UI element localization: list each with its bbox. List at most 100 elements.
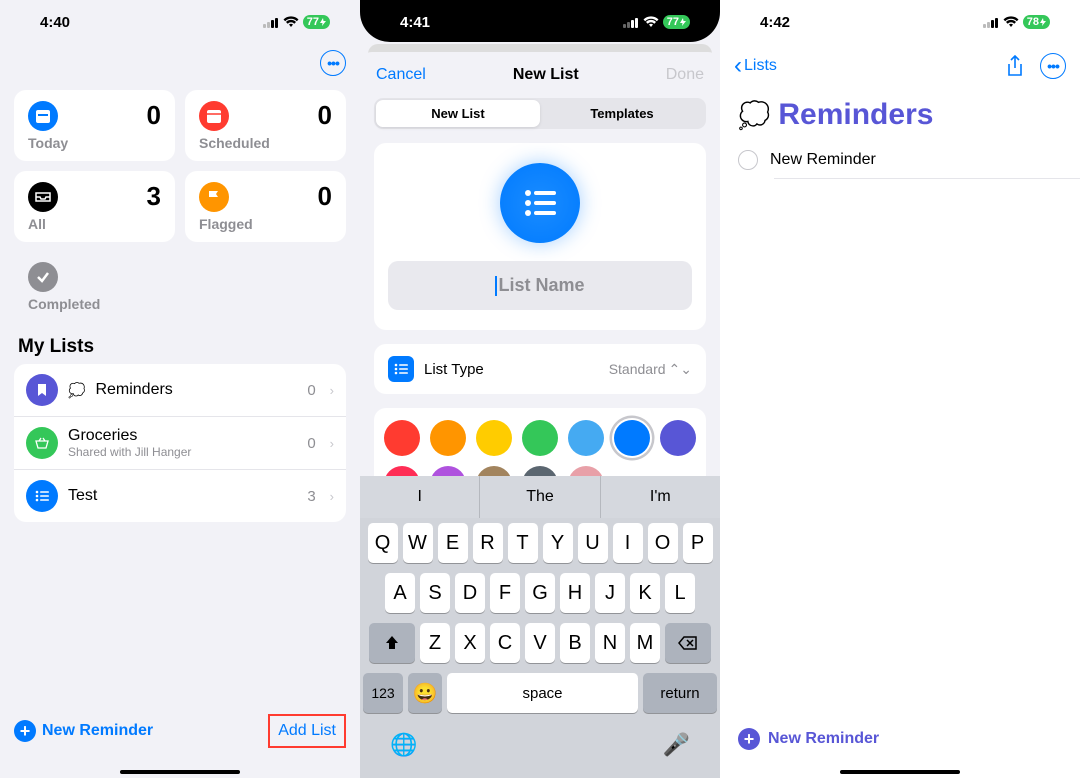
key-u[interactable]: U <box>578 523 608 563</box>
color-swatch[interactable] <box>430 420 466 456</box>
back-label: Lists <box>744 57 777 75</box>
keyboard-suggestions: I The I'm <box>360 476 720 518</box>
suggestion[interactable]: The <box>480 476 600 518</box>
key-o[interactable]: O <box>648 523 678 563</box>
color-swatch[interactable] <box>522 420 558 456</box>
card-label: Completed <box>28 296 161 312</box>
card-label: Scheduled <box>199 135 332 151</box>
key-x[interactable]: X <box>455 623 485 663</box>
card-count: 0 <box>318 181 332 212</box>
key-f[interactable]: F <box>490 573 520 613</box>
card-count: 0 <box>318 100 332 131</box>
key-t[interactable]: T <box>508 523 538 563</box>
new-reminder-button[interactable]: + New Reminder <box>738 728 879 750</box>
list-type-label: List Type <box>424 361 599 378</box>
more-button[interactable]: ••• <box>1040 53 1066 79</box>
key-k[interactable]: K <box>630 573 660 613</box>
basket-icon <box>26 427 58 459</box>
key-s[interactable]: S <box>420 573 450 613</box>
key-h[interactable]: H <box>560 573 590 613</box>
color-swatch[interactable] <box>384 420 420 456</box>
list-name: Groceries <box>68 427 297 445</box>
color-swatch[interactable] <box>568 420 604 456</box>
key-r[interactable]: R <box>473 523 503 563</box>
add-list-button[interactable]: Add List <box>268 714 346 748</box>
key-emoji[interactable]: 😀 <box>408 673 442 713</box>
back-button[interactable]: ‹ Lists <box>734 52 777 80</box>
card-scheduled[interactable]: 0 Scheduled <box>185 90 346 161</box>
card-label: Flagged <box>199 216 332 232</box>
list-title-text: Reminders <box>778 98 933 132</box>
list-count: 0 <box>307 382 315 399</box>
home-indicator[interactable] <box>840 770 960 774</box>
radio-unchecked-icon[interactable] <box>738 150 758 170</box>
key-v[interactable]: V <box>525 623 555 663</box>
globe-icon[interactable]: 🌐 <box>390 732 417 758</box>
key-j[interactable]: J <box>595 573 625 613</box>
key-p[interactable]: P <box>683 523 713 563</box>
key-a[interactable]: A <box>385 573 415 613</box>
new-reminder-button[interactable]: + New Reminder <box>14 720 153 742</box>
key-shift[interactable] <box>369 623 415 663</box>
seg-new-list[interactable]: New List <box>376 100 540 127</box>
key-space[interactable]: space <box>447 673 638 713</box>
list-type-row[interactable]: List Type Standard ⌃⌄ <box>374 344 706 394</box>
list-name-input[interactable]: List Name <box>388 261 692 310</box>
wifi-icon <box>1003 14 1019 31</box>
sheet-title: New List <box>513 66 579 84</box>
cancel-button[interactable]: Cancel <box>376 66 426 84</box>
key-numbers[interactable]: 123 <box>363 673 403 713</box>
wifi-icon <box>643 14 659 31</box>
key-g[interactable]: G <box>525 573 555 613</box>
done-button[interactable]: Done <box>666 66 704 84</box>
key-b[interactable]: B <box>560 623 590 663</box>
card-label: All <box>28 216 161 232</box>
key-return[interactable]: return <box>643 673 717 713</box>
seg-templates[interactable]: Templates <box>540 100 704 127</box>
segmented-control[interactable]: New List Templates <box>374 98 706 129</box>
new-reminder-label: New Reminder <box>768 730 879 748</box>
key-d[interactable]: D <box>455 573 485 613</box>
card-flagged[interactable]: 0 Flagged <box>185 171 346 242</box>
calendar-today-icon <box>28 101 58 131</box>
card-completed[interactable]: Completed <box>14 252 175 322</box>
list-item-groceries[interactable]: Groceries Shared with Jill Hanger 0 › <box>14 417 346 470</box>
more-button[interactable]: ••• <box>320 50 346 76</box>
share-button[interactable] <box>1006 55 1024 77</box>
list-bullets-icon <box>388 356 414 382</box>
sheet-nav: Cancel New List Done <box>360 52 720 98</box>
key-q[interactable]: Q <box>368 523 398 563</box>
list-count: 3 <box>307 488 315 505</box>
suggestion[interactable]: I'm <box>601 476 720 518</box>
key-i[interactable]: I <box>613 523 643 563</box>
color-swatch[interactable] <box>660 420 696 456</box>
bookmark-icon <box>26 374 58 406</box>
key-w[interactable]: W <box>403 523 433 563</box>
battery-indicator: 78 <box>1023 15 1050 29</box>
reminder-text[interactable]: New Reminder <box>770 151 876 169</box>
suggestion[interactable]: I <box>360 476 480 518</box>
key-e[interactable]: E <box>438 523 468 563</box>
plus-circle-icon: + <box>738 728 760 750</box>
mic-icon[interactable]: 🎤 <box>663 732 690 758</box>
home-indicator[interactable] <box>120 770 240 774</box>
color-swatch[interactable] <box>476 420 512 456</box>
list-item-test[interactable]: Test 3 › <box>14 470 346 522</box>
chevron-right-icon: › <box>330 436 334 451</box>
color-swatch[interactable] <box>614 420 650 456</box>
card-all[interactable]: 3 All <box>14 171 175 242</box>
card-count: 0 <box>147 100 161 131</box>
key-c[interactable]: C <box>490 623 520 663</box>
list-name: Reminders <box>95 381 297 399</box>
key-n[interactable]: N <box>595 623 625 663</box>
key-l[interactable]: L <box>665 573 695 613</box>
list-item-reminders[interactable]: 💭 Reminders 0 › <box>14 364 346 417</box>
key-z[interactable]: Z <box>420 623 450 663</box>
card-today[interactable]: 0 Today <box>14 90 175 161</box>
key-m[interactable]: M <box>630 623 660 663</box>
chevron-left-icon: ‹ <box>734 52 742 80</box>
list-subtitle: Shared with Jill Hanger <box>68 445 297 459</box>
key-y[interactable]: Y <box>543 523 573 563</box>
key-backspace[interactable] <box>665 623 711 663</box>
reminder-item[interactable]: New Reminder <box>720 142 1080 178</box>
